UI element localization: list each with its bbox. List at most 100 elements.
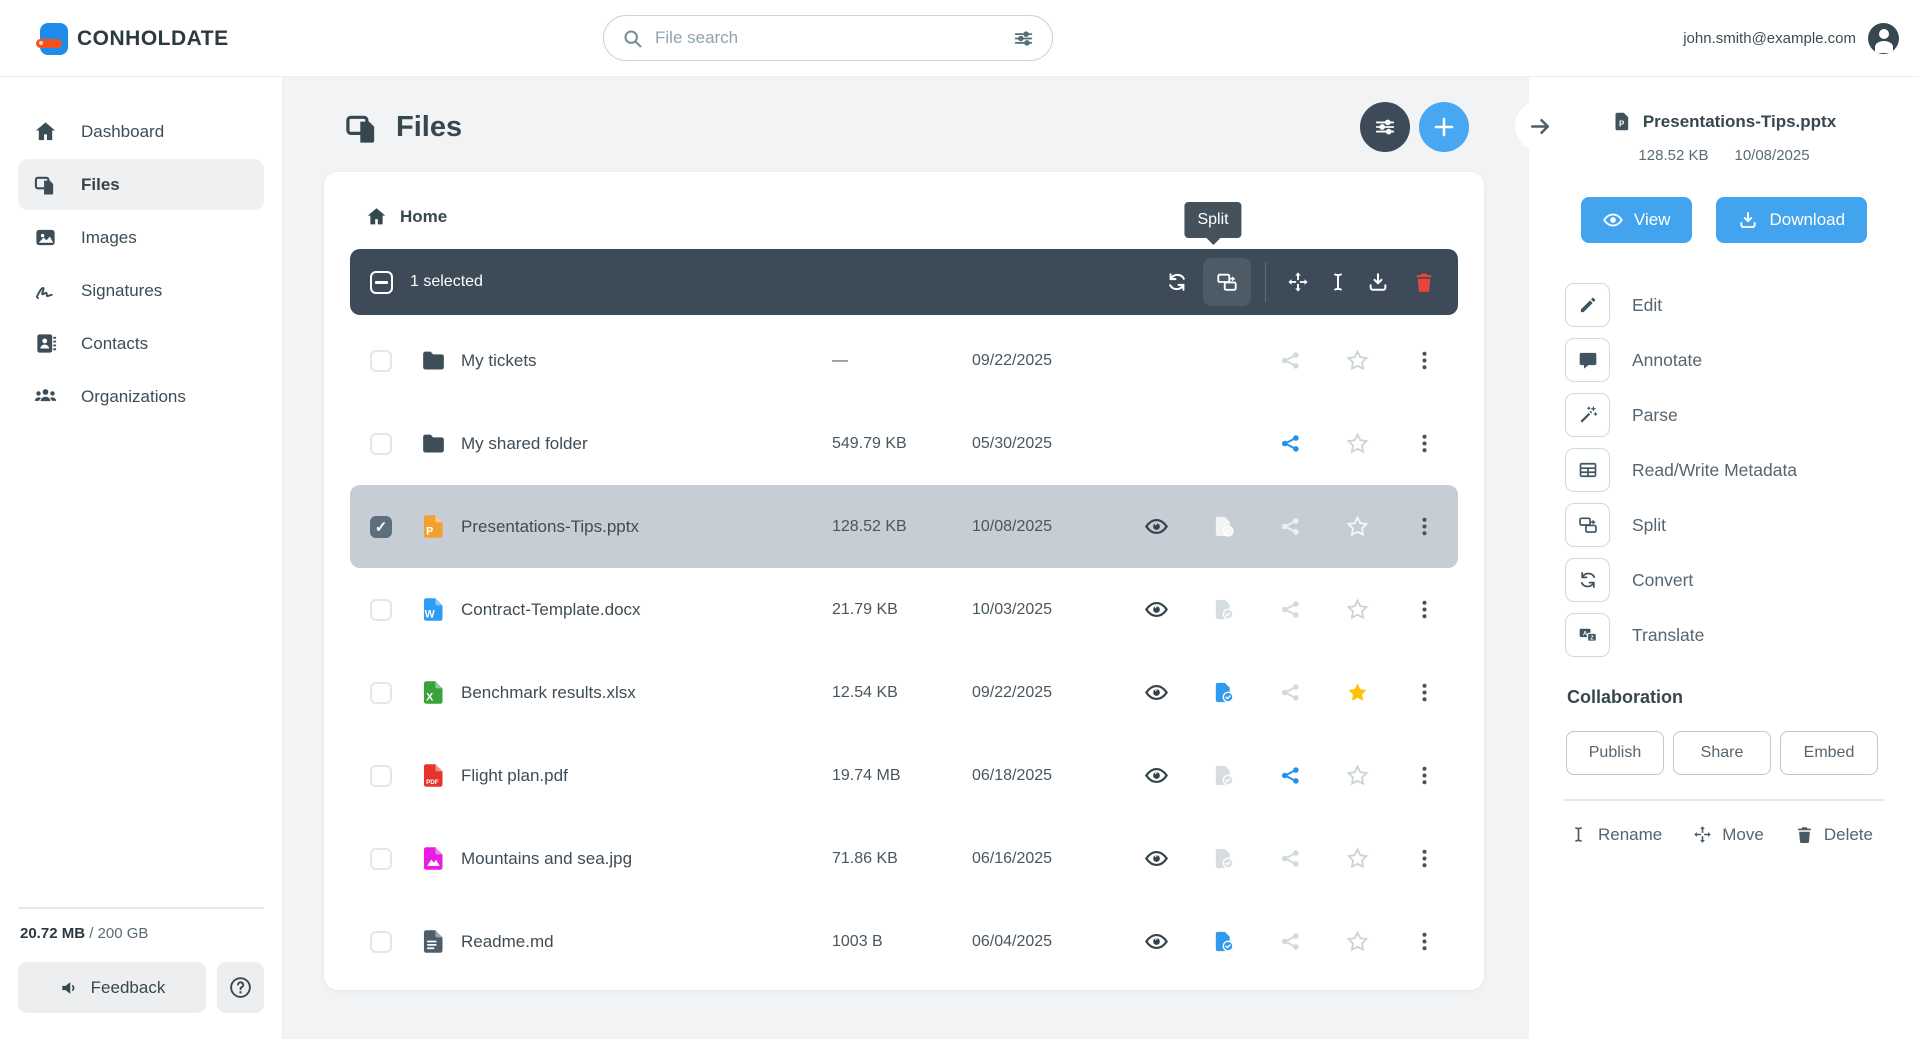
vertical-dots-icon xyxy=(1413,515,1436,538)
row-checkbox[interactable] xyxy=(370,599,392,621)
file-row[interactable]: P Presentations-Tips.pptx 128.52 KB 10/0… xyxy=(350,485,1458,568)
panel-action[interactable]: Read/Write Metadata xyxy=(1565,448,1899,492)
star-icon xyxy=(1346,432,1369,455)
approval-status-button[interactable] xyxy=(1190,515,1257,538)
collaboration-button[interactable]: Embed xyxy=(1780,731,1878,775)
sidebar-item[interactable]: Signatures xyxy=(18,265,264,316)
row-checkbox[interactable] xyxy=(370,931,392,953)
file-row[interactable]: My tickets — 09/22/2025 xyxy=(350,319,1458,402)
file-row[interactable]: Readme.md 1003 B 06/04/2025 xyxy=(350,900,1458,983)
row-checkbox[interactable] xyxy=(370,350,392,372)
favorite-button[interactable] xyxy=(1324,349,1391,372)
top-bar: CONHOLDATE john.smith@example.com xyxy=(0,0,1919,77)
search-filters-icon[interactable] xyxy=(1013,28,1034,49)
file-row[interactable]: Mountains and sea.jpg 71.86 KB 06/16/202… xyxy=(350,817,1458,900)
approval-status-button[interactable] xyxy=(1190,930,1257,953)
rename-button[interactable] xyxy=(1318,258,1358,306)
row-menu-button[interactable] xyxy=(1391,515,1458,538)
panel-footer-action[interactable]: Rename xyxy=(1569,825,1662,845)
sidebar-item[interactable]: Files xyxy=(18,159,264,210)
row-checkbox[interactable] xyxy=(370,682,392,704)
favorite-button[interactable] xyxy=(1324,681,1391,704)
row-menu-button[interactable] xyxy=(1391,930,1458,953)
panel-action[interactable]: Parse xyxy=(1565,393,1899,437)
preview-button[interactable] xyxy=(1123,847,1190,870)
share-button[interactable] xyxy=(1257,847,1324,870)
panel-action[interactable]: Annotate xyxy=(1565,338,1899,382)
list-settings-button[interactable] xyxy=(1360,102,1410,152)
sidebar-item[interactable]: Contacts xyxy=(18,318,264,369)
file-date: 10/03/2025 xyxy=(972,601,1123,619)
panel-footer-action[interactable]: Delete xyxy=(1795,825,1873,845)
share-button[interactable] xyxy=(1257,930,1324,953)
row-menu-button[interactable] xyxy=(1391,847,1458,870)
preview-button[interactable] xyxy=(1123,764,1190,787)
approval-status-button[interactable] xyxy=(1190,764,1257,787)
row-menu-button[interactable] xyxy=(1391,681,1458,704)
favorite-button[interactable] xyxy=(1324,598,1391,621)
favorite-button[interactable] xyxy=(1324,432,1391,455)
row-menu-button[interactable] xyxy=(1391,432,1458,455)
sidebar-item[interactable]: Images xyxy=(18,212,264,263)
sidebar-item-label: Signatures xyxy=(81,281,162,301)
file-row[interactable]: My shared folder 549.79 KB 05/30/2025 xyxy=(350,402,1458,485)
approval-status-button[interactable] xyxy=(1190,847,1257,870)
collaboration-button[interactable]: Share xyxy=(1673,731,1771,775)
delete-button[interactable] xyxy=(1404,258,1444,306)
sidebar-item[interactable]: Organizations xyxy=(18,371,264,422)
panel-footer-action-icon xyxy=(1693,825,1712,844)
user-avatar[interactable] xyxy=(1868,23,1899,54)
row-checkbox[interactable] xyxy=(370,433,392,455)
file-row[interactable]: X Benchmark results.xlsx 12.54 KB 09/22/… xyxy=(350,651,1458,734)
split-tooltip: Split xyxy=(1184,202,1241,238)
split-button[interactable] xyxy=(1203,258,1251,306)
panel-footer-action[interactable]: Move xyxy=(1693,825,1764,845)
sliders-icon xyxy=(1374,116,1396,138)
help-button[interactable] xyxy=(217,962,264,1013)
file-row[interactable]: PDF Flight plan.pdf 19.74 MB 06/18/2025 xyxy=(350,734,1458,817)
preview-button[interactable] xyxy=(1123,515,1190,538)
share-icon xyxy=(1279,515,1302,538)
share-button[interactable] xyxy=(1257,515,1324,538)
share-button[interactable] xyxy=(1257,349,1324,372)
panel-action[interactable]: Edit xyxy=(1565,283,1899,327)
panel-action[interactable]: Split xyxy=(1565,503,1899,547)
select-all-checkbox[interactable] xyxy=(370,271,393,294)
row-menu-button[interactable] xyxy=(1391,598,1458,621)
feedback-button[interactable]: Feedback xyxy=(18,962,206,1013)
approval-status-button[interactable] xyxy=(1190,681,1257,704)
share-button[interactable] xyxy=(1257,764,1324,787)
move-button[interactable] xyxy=(1278,258,1318,306)
download-button-panel[interactable]: Download xyxy=(1716,197,1867,243)
file-row[interactable]: W Contract-Template.docx 21.79 KB 10/03/… xyxy=(350,568,1458,651)
preview-button[interactable] xyxy=(1123,681,1190,704)
row-menu-button[interactable] xyxy=(1391,764,1458,787)
search-input[interactable] xyxy=(655,28,1001,48)
share-button[interactable] xyxy=(1257,598,1324,621)
favorite-button[interactable] xyxy=(1324,930,1391,953)
favorite-button[interactable] xyxy=(1324,515,1391,538)
breadcrumb[interactable]: Home xyxy=(350,198,1458,229)
preview-button[interactable] xyxy=(1123,598,1190,621)
row-checkbox[interactable] xyxy=(370,516,392,538)
row-checkbox[interactable] xyxy=(370,848,392,870)
favorite-button[interactable] xyxy=(1324,764,1391,787)
row-checkbox[interactable] xyxy=(370,765,392,787)
favorite-button[interactable] xyxy=(1324,847,1391,870)
share-button[interactable] xyxy=(1257,681,1324,704)
panel-action-icon xyxy=(1565,393,1610,437)
panel-action[interactable]: Convert xyxy=(1565,558,1899,602)
approval-status-button[interactable] xyxy=(1190,598,1257,621)
share-button[interactable] xyxy=(1257,432,1324,455)
convert-button[interactable] xyxy=(1157,258,1197,306)
file-search-bar[interactable] xyxy=(603,15,1053,61)
add-file-button[interactable] xyxy=(1419,102,1469,152)
collapse-panel-button[interactable] xyxy=(1515,101,1565,151)
sidebar-item[interactable]: Dashboard xyxy=(18,106,264,157)
collaboration-button[interactable]: Publish xyxy=(1566,731,1664,775)
panel-action[interactable]: AZ Translate xyxy=(1565,613,1899,657)
row-menu-button[interactable] xyxy=(1391,349,1458,372)
download-button[interactable] xyxy=(1358,258,1398,306)
preview-button[interactable] xyxy=(1123,930,1190,953)
view-button[interactable]: View xyxy=(1581,197,1693,243)
